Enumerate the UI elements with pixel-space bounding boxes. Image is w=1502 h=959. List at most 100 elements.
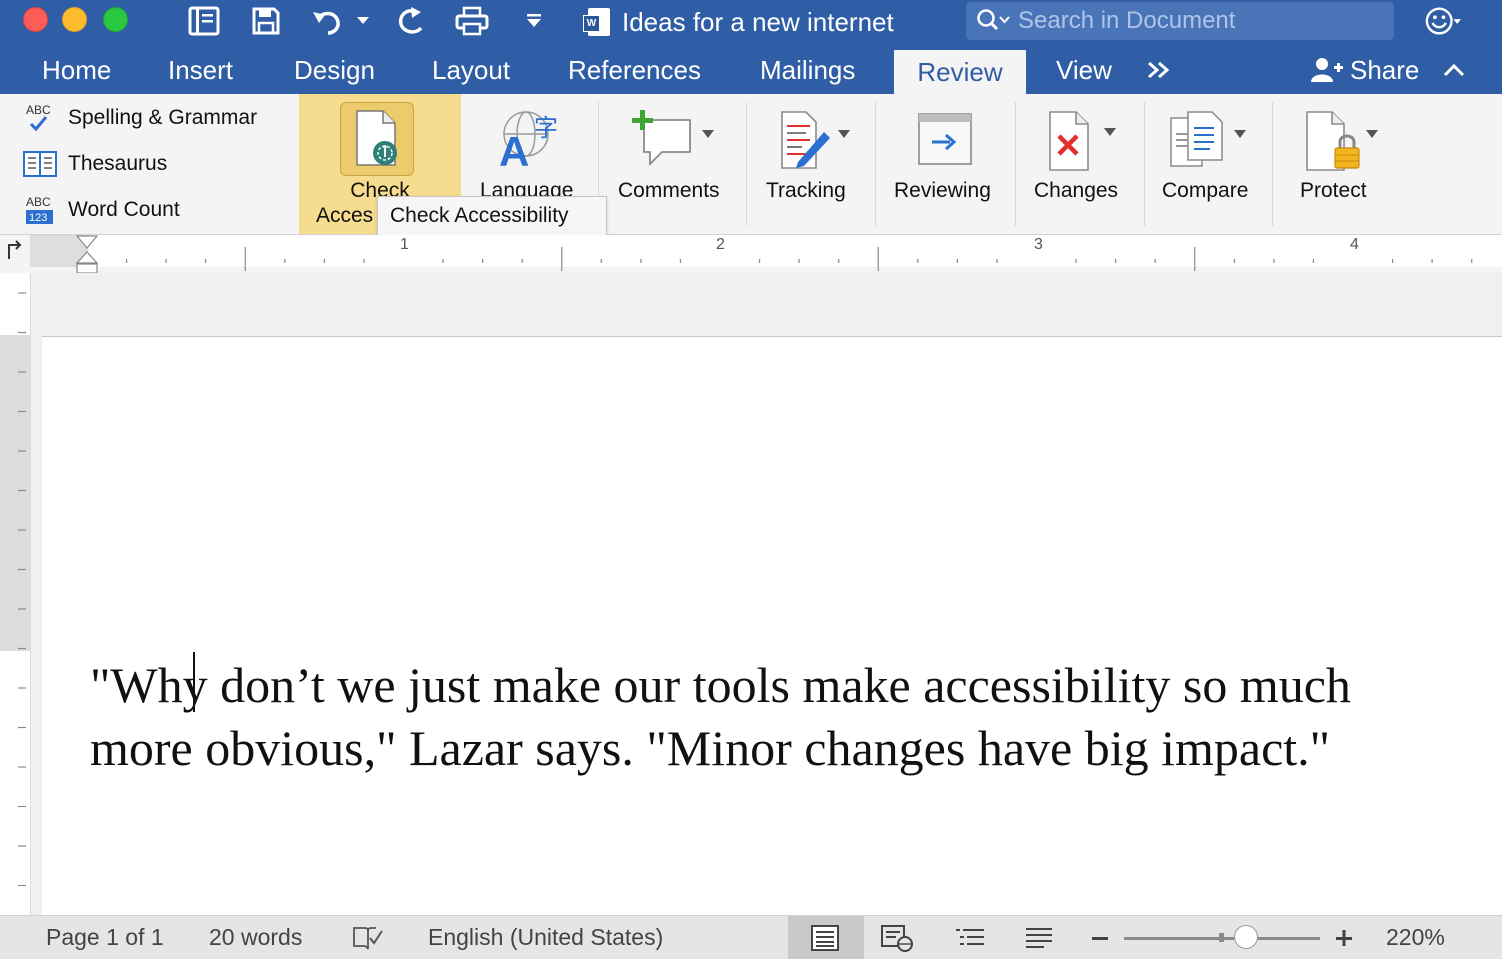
ruler-label: 1 — [400, 236, 409, 253]
vertical-ruler[interactable] — [0, 273, 31, 915]
thesaurus-button[interactable]: Thesaurus — [22, 147, 167, 181]
ribbon-separator — [1144, 102, 1145, 226]
svg-text:ABC: ABC — [26, 103, 51, 117]
minimize-window-button[interactable] — [62, 7, 87, 32]
redo-icon[interactable] — [393, 4, 429, 38]
tab-insert[interactable]: Insert — [168, 46, 233, 94]
search-box[interactable] — [966, 2, 1394, 40]
reviewing-button[interactable]: Reviewing — [882, 94, 1008, 234]
reject-change-icon — [1046, 108, 1126, 172]
zoom-window-button[interactable] — [103, 7, 128, 32]
spelling-check-icon: ABC — [22, 103, 58, 133]
search-input[interactable] — [1016, 6, 1380, 36]
svg-text:字: 字 — [534, 114, 558, 142]
feedback-smiley-icon[interactable] — [1425, 5, 1461, 39]
proofing-status-icon[interactable] — [352, 916, 384, 959]
tracking-button[interactable]: Tracking — [752, 94, 870, 234]
zoom-percentage[interactable]: 220% — [1386, 916, 1445, 959]
svg-text:ABC: ABC — [26, 195, 51, 209]
compare-label: Compare — [1162, 179, 1249, 202]
document-title-text: Ideas for a new internet — [622, 6, 894, 37]
print-layout-view-icon[interactable] — [810, 916, 840, 959]
ruler-area: 1 2 3 4 — [0, 235, 1502, 273]
tab-mailings[interactable]: Mailings — [760, 46, 855, 94]
ribbon-separator — [746, 102, 747, 226]
tracking-label: Tracking — [766, 179, 846, 202]
svg-text:123: 123 — [29, 212, 47, 224]
search-icon — [977, 9, 1010, 31]
word-count-button[interactable]: ABC 123 Word Count — [22, 193, 180, 227]
horizontal-ruler[interactable]: 1 2 3 4 — [30, 235, 1502, 273]
customize-toolbar-icon[interactable] — [522, 4, 546, 38]
protect-label: Protect — [1300, 179, 1367, 202]
comments-button[interactable]: Comments — [606, 94, 742, 234]
reviewing-label: Reviewing — [894, 179, 991, 202]
share-button[interactable]: Share — [1308, 50, 1419, 90]
document-page[interactable] — [42, 336, 1502, 916]
zoom-slider-center-mark — [1219, 933, 1224, 942]
language-status[interactable]: English (United States) — [428, 916, 663, 959]
ribbon-separator — [1015, 102, 1016, 226]
zoom-in-icon[interactable] — [1334, 916, 1354, 959]
svg-text:A: A — [499, 128, 529, 172]
changes-button[interactable]: Changes — [1022, 94, 1136, 234]
ruler-ticks — [75, 235, 1502, 273]
save-icon[interactable] — [248, 4, 284, 38]
more-tabs-chevron-icon[interactable] — [1146, 46, 1172, 94]
vertical-ruler-ticks — [18, 292, 26, 887]
status-bar: Page 1 of 1 20 words English (United Sta… — [0, 915, 1502, 959]
print-icon[interactable] — [453, 4, 491, 38]
draft-view-icon[interactable] — [1024, 916, 1054, 959]
word-count-label: Word Count — [68, 198, 180, 221]
tab-layout[interactable]: Layout — [432, 46, 510, 94]
thesaurus-label: Thesaurus — [68, 152, 168, 175]
ribbon-separator — [875, 102, 876, 226]
protect-button[interactable]: Protect — [1280, 94, 1392, 234]
compare-button[interactable]: Compare — [1150, 94, 1266, 234]
word-document-icon — [583, 8, 610, 36]
share-label: Share — [1350, 54, 1420, 85]
zoom-slider-knob[interactable] — [1234, 925, 1258, 949]
reviewing-pane-icon — [916, 108, 976, 172]
document-title: Ideas for a new internet — [583, 5, 894, 39]
tab-review[interactable]: Review — [894, 50, 1026, 94]
spelling-grammar-button[interactable]: ABC Spelling & Grammar — [22, 101, 257, 135]
thesaurus-book-icon — [22, 149, 58, 179]
word-count-status[interactable]: 20 words — [209, 916, 302, 959]
track-changes-icon — [776, 108, 856, 172]
tab-design[interactable]: Design — [294, 46, 375, 94]
check-accessibility-icon — [340, 102, 414, 176]
zoom-out-icon[interactable] — [1090, 916, 1110, 959]
language-icon: A字 — [496, 108, 564, 175]
spelling-grammar-label: Spelling & Grammar — [68, 106, 258, 129]
ruler-label: 2 — [716, 236, 725, 253]
collapse-ribbon-chevron-icon[interactable] — [1442, 52, 1470, 88]
ribbon-tab-bar: Home Insert Design Layout References Mai… — [0, 46, 1502, 94]
tab-home[interactable]: Home — [42, 46, 111, 94]
web-layout-view-icon[interactable] — [880, 916, 914, 959]
compare-documents-icon — [1168, 108, 1256, 172]
ribbon-separator — [1272, 102, 1273, 226]
text-cursor — [193, 652, 195, 712]
new-comment-icon — [630, 108, 720, 172]
tab-stop-selector-icon[interactable] — [3, 239, 25, 261]
document-body-text[interactable]: "Why don’t we just make our tools make a… — [90, 654, 1440, 780]
sidebar-toggle-icon[interactable] — [186, 4, 222, 38]
protect-lock-icon — [1304, 108, 1384, 172]
ruler-label: 4 — [1350, 236, 1359, 253]
word-count-icon: ABC 123 — [22, 195, 58, 225]
title-bar: Ideas for a new internet — [0, 0, 1502, 46]
tab-view[interactable]: View — [1056, 46, 1112, 94]
close-window-button[interactable] — [23, 7, 48, 32]
tab-references[interactable]: References — [568, 46, 701, 94]
page-count[interactable]: Page 1 of 1 — [46, 916, 164, 959]
changes-label: Changes — [1034, 179, 1119, 202]
undo-icon[interactable] — [308, 4, 348, 38]
undo-dropdown-icon[interactable] — [354, 4, 372, 38]
ruler-label: 3 — [1034, 236, 1043, 253]
add-person-icon — [1311, 58, 1343, 82]
outline-view-icon[interactable] — [954, 916, 986, 959]
check-accessibility-tooltip: Check Accessibility — [377, 196, 607, 236]
comments-label: Comments — [618, 179, 720, 202]
review-ribbon: ABC Spelling & Grammar Thesaurus ABC 123 … — [0, 94, 1502, 235]
